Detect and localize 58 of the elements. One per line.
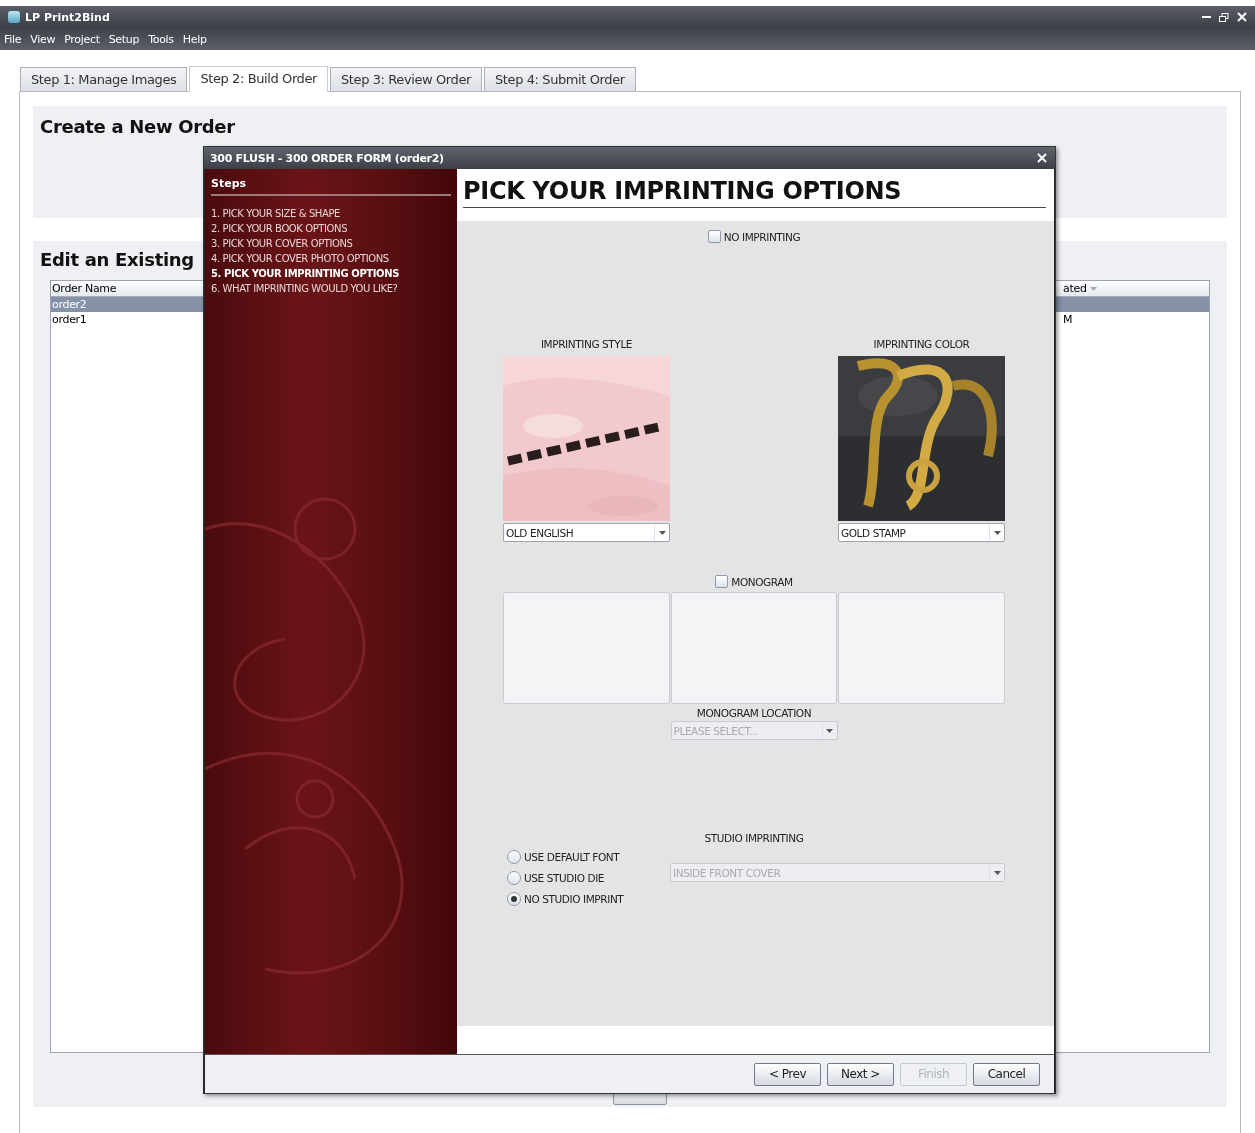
close-icon[interactable] bbox=[1037, 153, 1047, 163]
step-item: 4. PICK YOUR COVER PHOTO OPTIONS bbox=[211, 253, 390, 264]
nav-button[interactable]: Next > bbox=[827, 1062, 894, 1086]
restore-icon[interactable] bbox=[1219, 12, 1229, 22]
checkbox-label: MONOGRAM bbox=[731, 575, 793, 588]
radio-label: USE STUDIO DIE bbox=[524, 872, 605, 884]
step-item: 6. WHAT IMPRINTING WOULD YOU LIKE? bbox=[211, 283, 399, 294]
menu-item[interactable]: File bbox=[4, 32, 22, 46]
section-label: STUDIO IMPRINTING bbox=[704, 832, 804, 844]
menu-item[interactable]: Tools bbox=[148, 32, 174, 46]
radio-label: NO STUDIO IMPRINT bbox=[524, 893, 624, 905]
close-icon[interactable] bbox=[1237, 12, 1247, 22]
table-cell-text: order2 bbox=[51, 298, 88, 311]
radio-label: USE DEFAULT FONT bbox=[524, 851, 620, 863]
nav-button[interactable]: < Prev bbox=[754, 1062, 821, 1086]
step-item: 2. PICK YOUR BOOK OPTIONS bbox=[211, 223, 349, 234]
table-cell: M bbox=[1063, 313, 1073, 326]
checkbox[interactable] bbox=[707, 230, 721, 243]
radio-button[interactable] bbox=[507, 892, 521, 906]
option-label: IMPRINTING COLOR bbox=[873, 338, 970, 350]
app-icon bbox=[8, 11, 20, 23]
monogram-panel[interactable] bbox=[670, 592, 838, 704]
step-item: 1. PICK YOUR SIZE & SHAPE bbox=[211, 208, 341, 219]
column-header[interactable]: ated bbox=[1063, 282, 1087, 295]
nav-button[interactable]: Cancel bbox=[973, 1062, 1040, 1086]
tab[interactable]: Step 3: Review Order bbox=[330, 67, 482, 91]
step-item: 5. PICK YOUR IMPRINTING OPTIONS bbox=[211, 268, 400, 279]
dropdown[interactable]: GOLD STAMP bbox=[838, 523, 1005, 542]
section-title: Edit an Existing bbox=[40, 249, 194, 270]
tab[interactable]: Step 2: Build Order bbox=[189, 66, 328, 92]
table-cell-text: order1 bbox=[51, 313, 88, 326]
caret-icon bbox=[1089, 286, 1097, 291]
tab[interactable]: Step 4: Submit Order bbox=[484, 67, 636, 91]
radio-button[interactable] bbox=[507, 871, 521, 885]
dropdown[interactable]: OLD ENGLISH bbox=[503, 523, 670, 542]
monogram-panel[interactable] bbox=[503, 592, 670, 704]
steps-title: Steps bbox=[211, 177, 451, 196]
window-title: LP Print2Bind bbox=[25, 10, 110, 24]
menu-item[interactable]: View bbox=[30, 32, 56, 46]
field-label: MONOGRAM LOCATION bbox=[696, 707, 812, 719]
minimize-icon[interactable] bbox=[1202, 15, 1211, 19]
menu-item[interactable]: Project bbox=[64, 32, 100, 46]
section-title: Create a New Order bbox=[40, 116, 235, 137]
tab[interactable]: Step 1: Manage Images bbox=[20, 67, 188, 91]
monogram-panel[interactable] bbox=[838, 592, 1005, 704]
caret-icon bbox=[658, 530, 666, 535]
checkbox-label: NO IMPRINTING bbox=[723, 230, 801, 243]
caret-icon bbox=[826, 728, 833, 733]
menu-item[interactable]: Help bbox=[182, 32, 207, 46]
option-label: IMPRINTING STYLE bbox=[540, 338, 633, 350]
menu-item[interactable]: Setup bbox=[108, 32, 140, 46]
radio-button[interactable] bbox=[507, 850, 521, 864]
dialog-title: 300 FLUSH - 300 ORDER FORM (order2) bbox=[210, 151, 444, 165]
page-heading: PICK YOUR IMPRINTING OPTIONS bbox=[463, 177, 1046, 208]
caret-icon bbox=[993, 870, 1001, 875]
checkbox[interactable] bbox=[715, 575, 729, 588]
caret-icon bbox=[993, 530, 1001, 535]
step-item: 3. PICK YOUR COVER OPTIONS bbox=[211, 238, 354, 249]
